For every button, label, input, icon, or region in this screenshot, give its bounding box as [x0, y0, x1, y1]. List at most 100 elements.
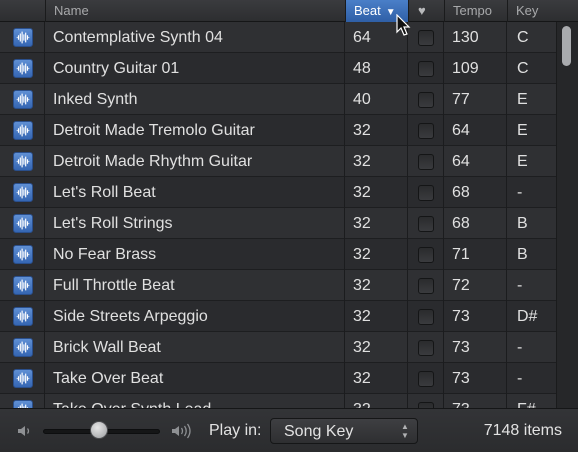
audio-waveform-icon — [13, 121, 33, 140]
loop-tempo: 73 — [444, 301, 507, 332]
loop-key: - — [517, 339, 523, 356]
table-row[interactable]: Full Throttle Beat 32 72- — [0, 270, 556, 301]
loop-beats: 48 — [345, 53, 408, 84]
loop-type-cell — [0, 84, 45, 115]
loop-name: Full Throttle Beat — [45, 270, 345, 301]
loop-type-cell — [0, 363, 45, 394]
audio-waveform-icon — [13, 90, 33, 109]
favorite-checkbox[interactable] — [418, 340, 434, 356]
item-count: 7148 items — [483, 422, 562, 439]
favorite-checkbox[interactable] — [418, 154, 434, 170]
loop-name: Country Guitar 01 — [45, 53, 345, 84]
header-beat[interactable]: Beat ▼ — [345, 0, 408, 22]
header-name-label: Name — [54, 3, 89, 18]
play-in-value: Song Key — [284, 423, 354, 440]
loop-key: D# — [517, 308, 538, 325]
play-in-label: Play in: — [209, 422, 262, 439]
loop-tempo: 64 — [444, 146, 507, 177]
volume-low-icon — [18, 426, 30, 436]
loop-beats: 32 — [345, 115, 408, 146]
favorite-checkbox[interactable] — [418, 92, 434, 108]
updown-arrows-icon: ▲ ▼ — [401, 422, 409, 440]
favorite-checkbox[interactable] — [418, 278, 434, 294]
table-row[interactable]: Country Guitar 01 48 109 C — [0, 53, 556, 84]
loop-beats: 32 — [345, 301, 408, 332]
favorite-checkbox[interactable] — [418, 216, 434, 232]
loop-beats: 32 — [345, 270, 408, 301]
volume-high-icon — [172, 423, 191, 439]
favorite-cell — [408, 332, 444, 363]
header-tempo[interactable]: Tempo — [444, 0, 507, 22]
table-row[interactable]: Take Over Synth Lead32 73F# — [0, 394, 556, 408]
favorite-checkbox[interactable] — [418, 30, 434, 46]
loop-list: Contemplative Synth 04 64 130 C Country Guit… — [0, 22, 556, 408]
table-row[interactable]: Take Over Beat 32 73- — [0, 363, 556, 394]
favorite-cell — [408, 239, 444, 270]
loop-tempo: 73 — [444, 394, 507, 408]
table-row[interactable]: No Fear Brass 32 71 B — [0, 239, 556, 270]
favorite-cell — [408, 363, 444, 394]
loop-type-cell — [0, 146, 45, 177]
audio-waveform-icon — [13, 307, 33, 326]
loop-key: - — [517, 277, 523, 294]
audio-waveform-icon — [13, 276, 33, 295]
browser-footer: Play in: Song Key ▲ ▼ 7148 items — [0, 408, 578, 452]
table-row[interactable]: Detroit Made Rhythm Guitar 32 64 E — [0, 146, 556, 177]
loop-beats: 32 — [345, 146, 408, 177]
header-favorite[interactable]: ♥ — [408, 0, 444, 22]
loop-key: C — [517, 60, 529, 77]
loop-type-cell — [0, 394, 45, 408]
table-row[interactable]: Side Streets Arpeggio 32 73 D# — [0, 301, 556, 332]
loop-key: E — [517, 91, 528, 108]
favorite-checkbox[interactable] — [418, 123, 434, 139]
favorite-cell — [408, 208, 444, 239]
header-icon-column — [0, 0, 45, 22]
loop-tempo: 73 — [444, 363, 507, 394]
favorite-checkbox[interactable] — [418, 371, 434, 387]
table-row[interactable]: Let's Roll Beat 32 68- — [0, 177, 556, 208]
sort-descending-icon: ▼ — [385, 7, 396, 18]
volume-slider-knob[interactable] — [90, 421, 109, 439]
loop-type-cell — [0, 239, 45, 270]
loop-name: Contemplative Synth 04 — [45, 22, 345, 53]
table-row[interactable]: Let's Roll Strings 32 68 B — [0, 208, 556, 239]
vertical-scrollbar[interactable] — [556, 22, 578, 408]
loop-tempo: 73 — [444, 332, 507, 363]
loop-type-cell — [0, 177, 45, 208]
favorite-checkbox[interactable] — [418, 247, 434, 263]
favorite-checkbox[interactable] — [418, 185, 434, 201]
loop-type-cell — [0, 208, 45, 239]
loop-tempo: 64 — [444, 115, 507, 146]
scroll-thumb[interactable] — [562, 26, 571, 66]
loop-name: Inked Synth — [45, 84, 345, 115]
loop-key: E — [517, 153, 528, 170]
favorite-cell — [408, 22, 444, 53]
loop-key: B — [517, 246, 528, 263]
table-row[interactable]: Contemplative Synth 04 64 130 C — [0, 22, 556, 53]
table-row[interactable]: Detroit Made Tremolo Guitar 32 64 E — [0, 115, 556, 146]
audio-waveform-icon — [13, 369, 33, 388]
loop-beats: 32 — [345, 177, 408, 208]
header-key[interactable]: Key — [507, 0, 578, 22]
favorite-checkbox[interactable] — [418, 61, 434, 77]
loop-name: Let's Roll Beat — [45, 177, 345, 208]
loop-name: Let's Roll Strings — [45, 208, 345, 239]
loop-type-cell — [0, 53, 45, 84]
table-row[interactable]: Inked Synth 40 77 E — [0, 84, 556, 115]
loop-name: Take Over Beat — [45, 363, 345, 394]
header-name[interactable]: Name — [45, 0, 345, 22]
audio-waveform-icon — [13, 245, 33, 264]
header-tempo-label: Tempo — [453, 3, 493, 18]
loop-key: C — [517, 29, 529, 46]
heart-icon: ♥ — [418, 3, 426, 18]
audio-waveform-icon — [13, 400, 33, 408]
header-beat-label: Beat — [354, 3, 381, 18]
loop-type-cell — [0, 301, 45, 332]
play-in-popup[interactable]: Song Key ▲ ▼ — [270, 418, 418, 444]
table-row[interactable]: Brick Wall Beat 32 73- — [0, 332, 556, 363]
loop-key: F# — [507, 394, 556, 408]
favorite-checkbox[interactable] — [418, 309, 434, 325]
favorite-cell — [408, 177, 444, 208]
loop-key: E — [517, 122, 528, 139]
audio-waveform-icon — [13, 152, 33, 171]
